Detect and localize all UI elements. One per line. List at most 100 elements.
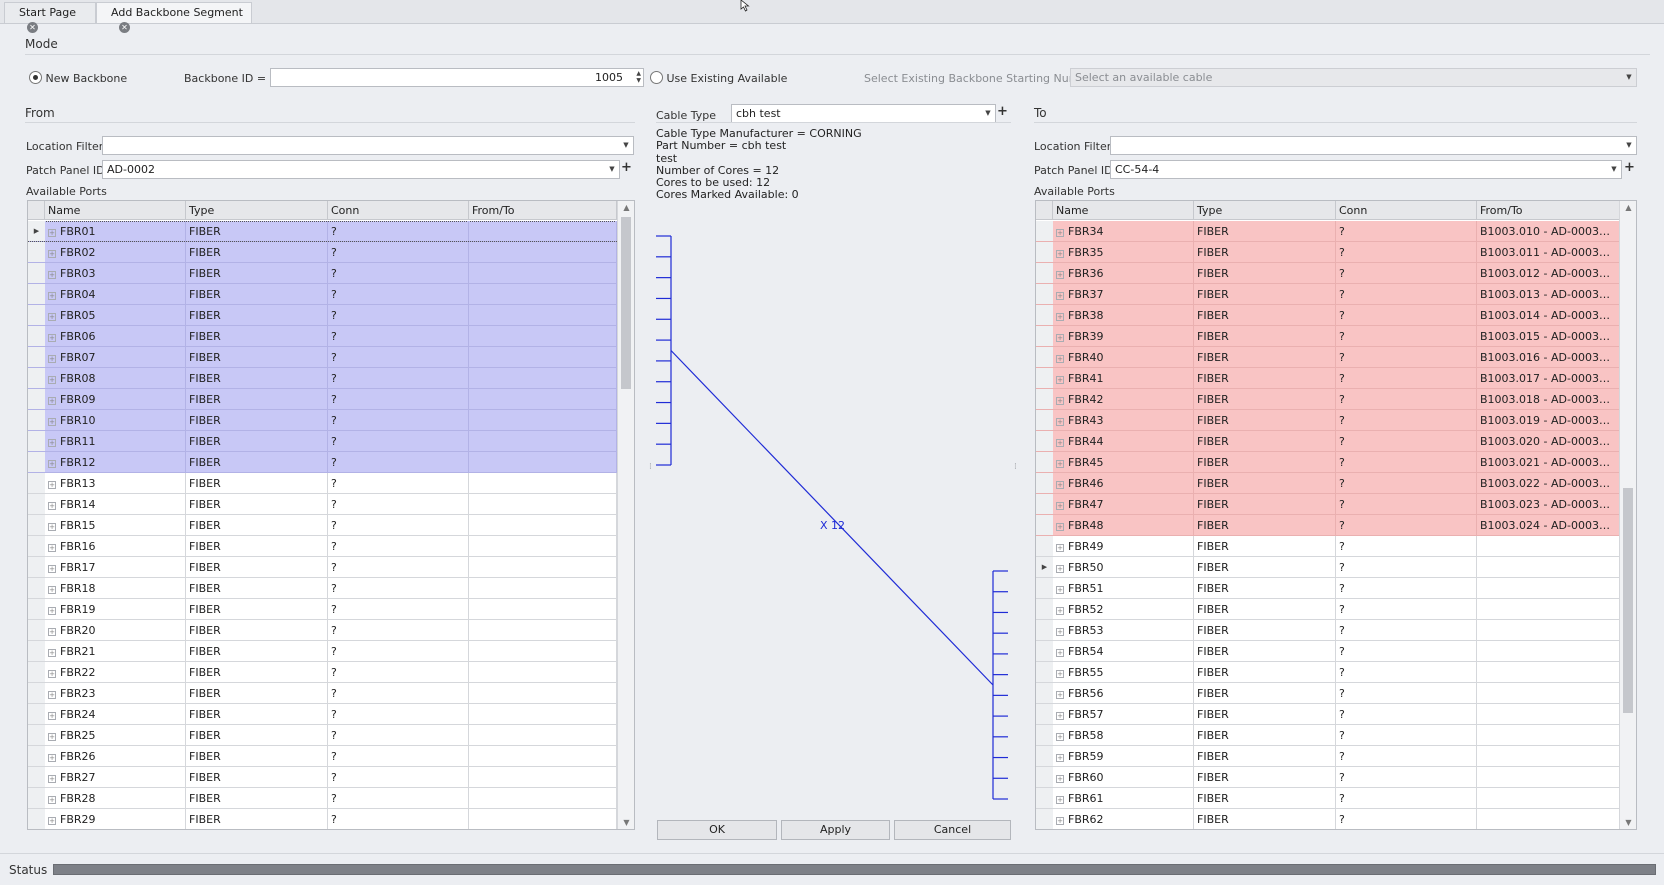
table-row[interactable]: + FBR10 FIBER? bbox=[28, 410, 617, 431]
new-backbone-radio[interactable]: New Backbone bbox=[29, 71, 127, 85]
table-row[interactable]: + FBR09 FIBER? bbox=[28, 389, 617, 410]
table-row[interactable]: + FBR08 FIBER? bbox=[28, 368, 617, 389]
expand-icon[interactable]: + bbox=[1056, 523, 1064, 531]
expand-icon[interactable]: + bbox=[48, 586, 56, 594]
table-row[interactable]: + FBR61 FIBER? bbox=[1036, 788, 1620, 809]
expand-icon[interactable]: + bbox=[48, 523, 56, 531]
table-row[interactable]: + FBR36 FIBER? B1003.012 - AD-0003>FB... bbox=[1036, 263, 1620, 284]
table-row[interactable]: + FBR53 FIBER? bbox=[1036, 620, 1620, 641]
chevron-down-icon[interactable]: ▼ bbox=[605, 161, 619, 178]
expand-icon[interactable]: + bbox=[1056, 817, 1064, 825]
table-row[interactable]: + FBR03 FIBER? bbox=[28, 263, 617, 284]
expand-icon[interactable]: + bbox=[48, 712, 56, 720]
expand-icon[interactable]: + bbox=[48, 418, 56, 426]
expand-icon[interactable]: + bbox=[48, 796, 56, 804]
expand-icon[interactable]: + bbox=[1056, 502, 1064, 510]
column-header-name[interactable]: Name bbox=[1053, 201, 1194, 220]
table-row[interactable]: ▶ + FBR01 FIBER? bbox=[28, 221, 617, 242]
table-row[interactable]: + FBR48 FIBER? B1003.024 - AD-0003>FB... bbox=[1036, 515, 1620, 536]
expand-icon[interactable]: + bbox=[1056, 355, 1064, 363]
expand-icon[interactable]: + bbox=[1056, 271, 1064, 279]
table-row[interactable]: + FBR60 FIBER? bbox=[1036, 767, 1620, 788]
expand-icon[interactable]: + bbox=[48, 628, 56, 636]
table-row[interactable]: + FBR20 FIBER? bbox=[28, 620, 617, 641]
table-row[interactable]: ▶ + FBR50 FIBER? bbox=[1036, 557, 1620, 578]
column-header-conn[interactable]: Conn bbox=[328, 201, 469, 220]
expand-icon[interactable]: + bbox=[1056, 544, 1064, 552]
table-row[interactable]: + FBR16 FIBER? bbox=[28, 536, 617, 557]
expand-icon[interactable]: + bbox=[1056, 733, 1064, 741]
table-row[interactable]: + FBR28 FIBER? bbox=[28, 788, 617, 809]
table-row[interactable]: + FBR29 FIBER? bbox=[28, 809, 617, 829]
table-row[interactable]: + FBR15 FIBER? bbox=[28, 515, 617, 536]
expand-icon[interactable]: + bbox=[1056, 586, 1064, 594]
table-row[interactable]: + FBR06 FIBER? bbox=[28, 326, 617, 347]
table-row[interactable]: + FBR44 FIBER? B1003.020 - AD-0003>FB... bbox=[1036, 431, 1620, 452]
expand-icon[interactable]: + bbox=[1056, 796, 1064, 804]
expand-icon[interactable]: + bbox=[48, 376, 56, 384]
table-row[interactable]: + FBR40 FIBER? B1003.016 - AD-0003>FB... bbox=[1036, 347, 1620, 368]
expand-icon[interactable]: + bbox=[1056, 397, 1064, 405]
expand-icon[interactable]: + bbox=[1056, 376, 1064, 384]
chevron-down-icon[interactable]: ▼ bbox=[1622, 137, 1636, 154]
table-row[interactable]: + FBR46 FIBER? B1003.022 - AD-0003>FB... bbox=[1036, 473, 1620, 494]
table-row[interactable]: + FBR56 FIBER? bbox=[1036, 683, 1620, 704]
scroll-down-icon[interactable]: ▼ bbox=[1620, 818, 1636, 827]
expand-icon[interactable]: + bbox=[1056, 754, 1064, 762]
table-row[interactable]: + FBR62 FIBER? bbox=[1036, 809, 1620, 829]
table-row[interactable]: + FBR11 FIBER? bbox=[28, 431, 617, 452]
chevron-down-icon[interactable]: ▼ bbox=[1607, 161, 1621, 178]
table-row[interactable]: + FBR27 FIBER? bbox=[28, 767, 617, 788]
expand-icon[interactable]: + bbox=[48, 355, 56, 363]
spin-arrows-icon[interactable]: ▲ ▼ bbox=[636, 70, 641, 84]
table-row[interactable]: + FBR13 FIBER? bbox=[28, 473, 617, 494]
table-row[interactable]: + FBR35 FIBER? B1003.011 - AD-0003>FB... bbox=[1036, 242, 1620, 263]
use-existing-radio[interactable]: Use Existing Available bbox=[650, 71, 787, 85]
column-header-name[interactable]: Name bbox=[45, 201, 186, 220]
scrollbar-thumb[interactable] bbox=[1623, 488, 1633, 713]
expand-icon[interactable]: + bbox=[1056, 481, 1064, 489]
table-row[interactable]: + FBR52 FIBER? bbox=[1036, 599, 1620, 620]
close-icon[interactable]: ✕ bbox=[119, 22, 130, 33]
add-patch-panel-button[interactable]: + bbox=[621, 160, 632, 175]
table-row[interactable]: + FBR02 FIBER? bbox=[28, 242, 617, 263]
add-patch-panel-button[interactable]: + bbox=[1624, 160, 1635, 175]
table-row[interactable]: + FBR07 FIBER? bbox=[28, 347, 617, 368]
expand-icon[interactable]: + bbox=[48, 817, 56, 825]
expand-icon[interactable]: + bbox=[48, 271, 56, 279]
cable-type-dropdown[interactable]: cbh test ▼ bbox=[731, 104, 996, 123]
table-row[interactable]: + FBR12 FIBER? bbox=[28, 452, 617, 473]
table-row[interactable]: + FBR42 FIBER? B1003.018 - AD-0003>FB... bbox=[1036, 389, 1620, 410]
table-row[interactable]: + FBR37 FIBER? B1003.013 - AD-0003>FB... bbox=[1036, 284, 1620, 305]
column-header-conn[interactable]: Conn bbox=[1336, 201, 1477, 220]
scrollbar-thumb[interactable] bbox=[621, 217, 631, 389]
expand-icon[interactable]: + bbox=[48, 670, 56, 678]
table-row[interactable]: + FBR39 FIBER? B1003.015 - AD-0003>FB... bbox=[1036, 326, 1620, 347]
expand-icon[interactable]: + bbox=[48, 502, 56, 510]
tab-add-backbone-segment[interactable]: Add Backbone Segment ✕ bbox=[96, 2, 252, 33]
table-row[interactable]: + FBR59 FIBER? bbox=[1036, 746, 1620, 767]
expand-icon[interactable]: + bbox=[1056, 334, 1064, 342]
expand-icon[interactable]: + bbox=[48, 397, 56, 405]
expand-icon[interactable]: + bbox=[1056, 250, 1064, 258]
scroll-up-icon[interactable]: ▲ bbox=[618, 203, 634, 212]
table-row[interactable]: + FBR38 FIBER? B1003.014 - AD-0003>FB... bbox=[1036, 305, 1620, 326]
table-row[interactable]: + FBR04 FIBER? bbox=[28, 284, 617, 305]
expand-icon[interactable]: + bbox=[48, 544, 56, 552]
expand-icon[interactable]: + bbox=[1056, 439, 1064, 447]
expand-icon[interactable]: + bbox=[1056, 775, 1064, 783]
table-row[interactable]: + FBR17 FIBER? bbox=[28, 557, 617, 578]
table-row[interactable]: + FBR43 FIBER? B1003.019 - AD-0003>FB... bbox=[1036, 410, 1620, 431]
expand-icon[interactable]: + bbox=[1056, 670, 1064, 678]
select-existing-dropdown[interactable]: Select an available cable ▼ bbox=[1070, 68, 1637, 87]
expand-icon[interactable]: + bbox=[48, 607, 56, 615]
expand-icon[interactable]: + bbox=[48, 439, 56, 447]
expand-icon[interactable]: + bbox=[1056, 313, 1064, 321]
table-row[interactable]: + FBR58 FIBER? bbox=[1036, 725, 1620, 746]
table-row[interactable]: + FBR18 FIBER? bbox=[28, 578, 617, 599]
chevron-down-icon[interactable]: ▼ bbox=[981, 105, 995, 122]
to-location-filter-dropdown[interactable]: ▼ bbox=[1110, 136, 1637, 155]
table-row[interactable]: + FBR21 FIBER? bbox=[28, 641, 617, 662]
table-row[interactable]: + FBR23 FIBER? bbox=[28, 683, 617, 704]
expand-icon[interactable]: + bbox=[48, 334, 56, 342]
